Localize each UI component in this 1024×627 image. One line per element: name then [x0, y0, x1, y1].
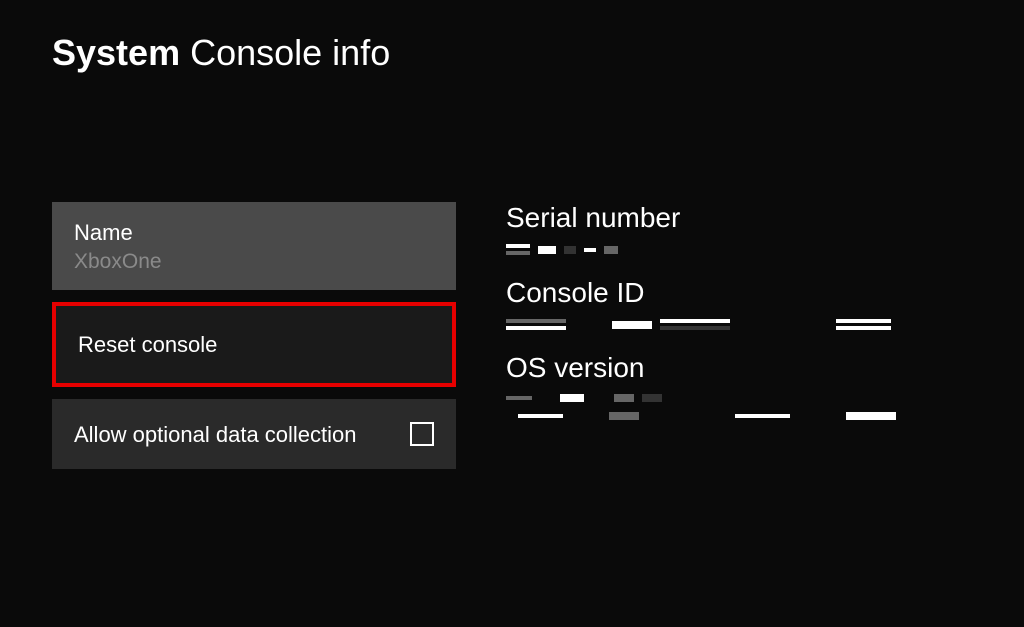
- serial-number-label: Serial number: [506, 202, 1024, 234]
- os-version-value-redacted-2: [506, 412, 1024, 420]
- optional-data-checkbox[interactable]: [410, 422, 434, 446]
- console-id-value-redacted: [506, 319, 1024, 330]
- optional-data-tile[interactable]: Allow optional data collection: [52, 399, 456, 469]
- header-category: System: [52, 32, 180, 73]
- console-name-tile[interactable]: Name XboxOne: [52, 202, 456, 290]
- os-version-value-redacted-1: [506, 394, 1024, 402]
- reset-console-tile[interactable]: Reset console: [52, 302, 456, 388]
- reset-label: Reset console: [78, 330, 217, 360]
- serial-number-block: Serial number: [506, 202, 1024, 255]
- page-title: System Console info: [52, 32, 1024, 74]
- info-column: Serial number Console ID: [506, 202, 1024, 469]
- options-column: Name XboxOne Reset console Allow optiona…: [52, 202, 456, 469]
- os-version-label: OS version: [506, 352, 1024, 384]
- page-header: System Console info: [0, 0, 1024, 74]
- header-page: Console info: [190, 32, 390, 73]
- name-label: Name: [74, 218, 162, 248]
- name-value: XboxOne: [74, 250, 162, 274]
- optional-data-label: Allow optional data collection: [74, 420, 390, 450]
- console-id-label: Console ID: [506, 277, 1024, 309]
- console-id-block: Console ID: [506, 277, 1024, 330]
- serial-number-value-redacted: [506, 244, 1024, 255]
- content-area: Name XboxOne Reset console Allow optiona…: [0, 74, 1024, 469]
- os-version-block: OS version: [506, 352, 1024, 420]
